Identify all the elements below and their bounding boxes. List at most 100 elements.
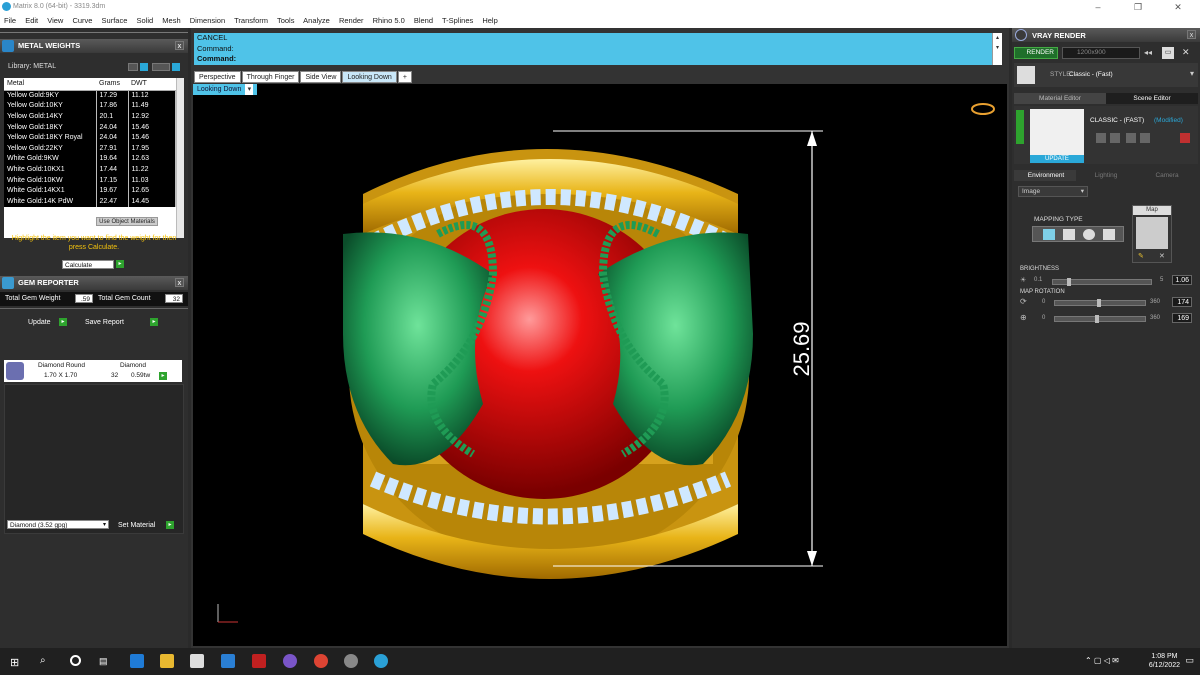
menu-surface[interactable]: Surface [102,16,128,25]
tab-side-view[interactable]: Side View [300,71,342,83]
table-row[interactable]: Yellow Gold:10KY 17.86 11.49 [4,100,176,112]
tab-perspective[interactable]: Perspective [194,71,241,83]
mail-icon[interactable] [221,654,235,668]
menu-tsplines[interactable]: T-Splines [442,16,473,25]
close-icon[interactable]: ✕ [1182,47,1190,58]
preset-delete-icon[interactable] [1180,133,1190,143]
menu-rhino[interactable]: Rhino 5.0 [373,16,405,25]
table-row[interactable]: Yellow Gold:14KY 20.1 12.92 [4,111,176,122]
mapping-sphere-icon[interactable] [1083,229,1095,240]
table-row[interactable]: White Gold:14KX1 19.67 12.65 [4,185,176,196]
tab-environment[interactable]: Environment [1014,170,1078,181]
save-report-button-label[interactable]: Save Report [85,319,124,326]
preset-tool-icon[interactable] [1110,133,1120,143]
active-view-label[interactable]: Looking Down ▾ [193,84,258,95]
preset-tool-icon[interactable] [1140,133,1150,143]
rotation1-slider[interactable] [1054,299,1146,307]
set-material-label[interactable]: Set Material [118,522,155,529]
menu-blend[interactable]: Blend [414,16,433,25]
table-row[interactable]: White Gold:14K PdW 22.47 14.45 [4,195,176,207]
rotation2-value[interactable]: 169 [1172,313,1192,323]
minimize-icon[interactable]: – [1078,0,1118,14]
view-gizmo-icon[interactable] [971,103,995,115]
tab-material-editor[interactable]: Material Editor [1014,93,1106,104]
close-icon[interactable]: x [175,41,184,50]
library-toggle[interactable] [128,63,182,72]
save-report-button[interactable]: ▸ [150,318,158,326]
table-row[interactable]: Yellow Gold:18KY 24.04 15.46 [4,121,176,133]
cortana-icon[interactable] [70,655,81,666]
clock[interactable]: 1:08 PM 6/12/2022 [1149,652,1180,670]
menu-file[interactable]: File [4,16,16,25]
tab-lighting[interactable]: Lighting [1076,170,1136,181]
tab-looking-down[interactable]: Looking Down [342,71,397,83]
file-explorer-icon[interactable] [160,654,174,668]
menu-solid[interactable]: Solid [137,16,154,25]
map-clear-icon[interactable]: ✕ [1159,252,1165,260]
map-load-icon[interactable]: ✎ [1138,252,1144,260]
tab-camera[interactable]: Camera [1136,170,1198,181]
command-prompt[interactable]: Command: [197,54,1002,65]
rotation2-slider[interactable] [1054,315,1146,323]
table-row[interactable]: White Gold:10KX1 17.44 11.22 [4,164,176,175]
table-row[interactable]: Yellow Gold:18KY Royal 24.04 15.46 [4,132,176,143]
close-icon[interactable]: ✕ [1158,0,1198,14]
use-object-materials-button[interactable]: Use Object Materials [96,217,158,226]
tab-scene-editor[interactable]: Scene Editor [1106,93,1198,104]
menu-help[interactable]: Help [482,16,497,25]
gem-row-go-button[interactable]: ▸ [159,372,167,380]
column-header-dwt[interactable]: DWT [128,78,176,91]
rotation1-value[interactable]: 174 [1172,297,1192,307]
table-scrollbar[interactable] [176,78,184,238]
viewport[interactable]: 25.69 [193,84,1007,646]
notifications-icon[interactable]: ▭ [1185,655,1194,666]
map-preview[interactable]: Map ✎ ✕ [1132,205,1172,263]
brightness-slider[interactable] [1052,278,1152,286]
edge-icon[interactable] [130,654,144,668]
app-purple-icon[interactable] [283,654,297,668]
panel-splitter[interactable] [0,32,188,35]
mapping-cylinder-icon[interactable] [1103,229,1115,240]
task-view-icon[interactable]: ▤ [99,656,108,667]
table-row[interactable]: White Gold:9KW 19.64 12.63 [4,153,176,165]
preset-tool-icon[interactable] [1126,133,1136,143]
calculate-field[interactable]: Calculate [62,260,114,269]
prev-icon[interactable]: ◂◂ [1144,48,1152,57]
command-area[interactable]: CANCEL Command: Command: ▴ ▾ [194,33,1002,65]
gem-list-row[interactable]: Diamond Round 1.70 X 1.70 Diamond 32 0.5… [4,360,182,382]
tab-through-finger[interactable]: Through Finger [241,71,300,83]
update-button-label[interactable]: Update [28,319,51,326]
menu-render[interactable]: Render [339,16,364,25]
preset-handle[interactable] [1016,110,1024,144]
preset-update-button[interactable]: UPDATE [1030,155,1084,163]
mapping-cube-icon[interactable] [1063,229,1075,240]
material-select[interactable]: Diamond (3.52 gpg) ▾ [7,520,109,529]
environment-select[interactable]: Image ▾ [1018,186,1088,197]
matrix-icon[interactable] [374,654,388,668]
rhino-icon[interactable] [344,654,358,668]
mapping-plane-icon[interactable] [1043,229,1055,240]
column-header-grams[interactable]: Grams [96,78,128,91]
set-material-button[interactable]: ▸ [166,521,174,529]
menu-edit[interactable]: Edit [25,16,38,25]
table-row[interactable]: Yellow Gold:9KY 17.29 11.12 [4,90,176,101]
menu-mesh[interactable]: Mesh [162,16,180,25]
menu-transform[interactable]: Transform [234,16,268,25]
render-button[interactable]: RENDER [1014,47,1058,59]
menu-dimension[interactable]: Dimension [190,16,225,25]
close-icon[interactable]: x [175,278,184,287]
resolution-field[interactable]: 1200x900 [1062,47,1140,59]
style-row[interactable]: STYLE: Classic - (Fast) ▾ [1014,63,1198,87]
preset-tool-icon[interactable] [1096,133,1106,143]
menu-analyze[interactable]: Analyze [303,16,330,25]
table-row[interactable]: White Gold:10KW 17.15 11.03 [4,174,176,186]
brightness-value[interactable]: 1.06 [1172,275,1192,285]
panel-splitter[interactable] [0,308,188,312]
add-tab-icon[interactable]: + [397,71,412,83]
menu-curve[interactable]: Curve [72,16,92,25]
calculate-go-button[interactable]: ▸ [116,260,124,268]
tray-icons[interactable]: ⌃ ▢ ◁ ✉ [1085,656,1119,665]
window-icon[interactable]: ▭ [1162,47,1174,59]
search-icon[interactable]: ⌕ [40,655,46,666]
menu-tools[interactable]: Tools [277,16,295,25]
